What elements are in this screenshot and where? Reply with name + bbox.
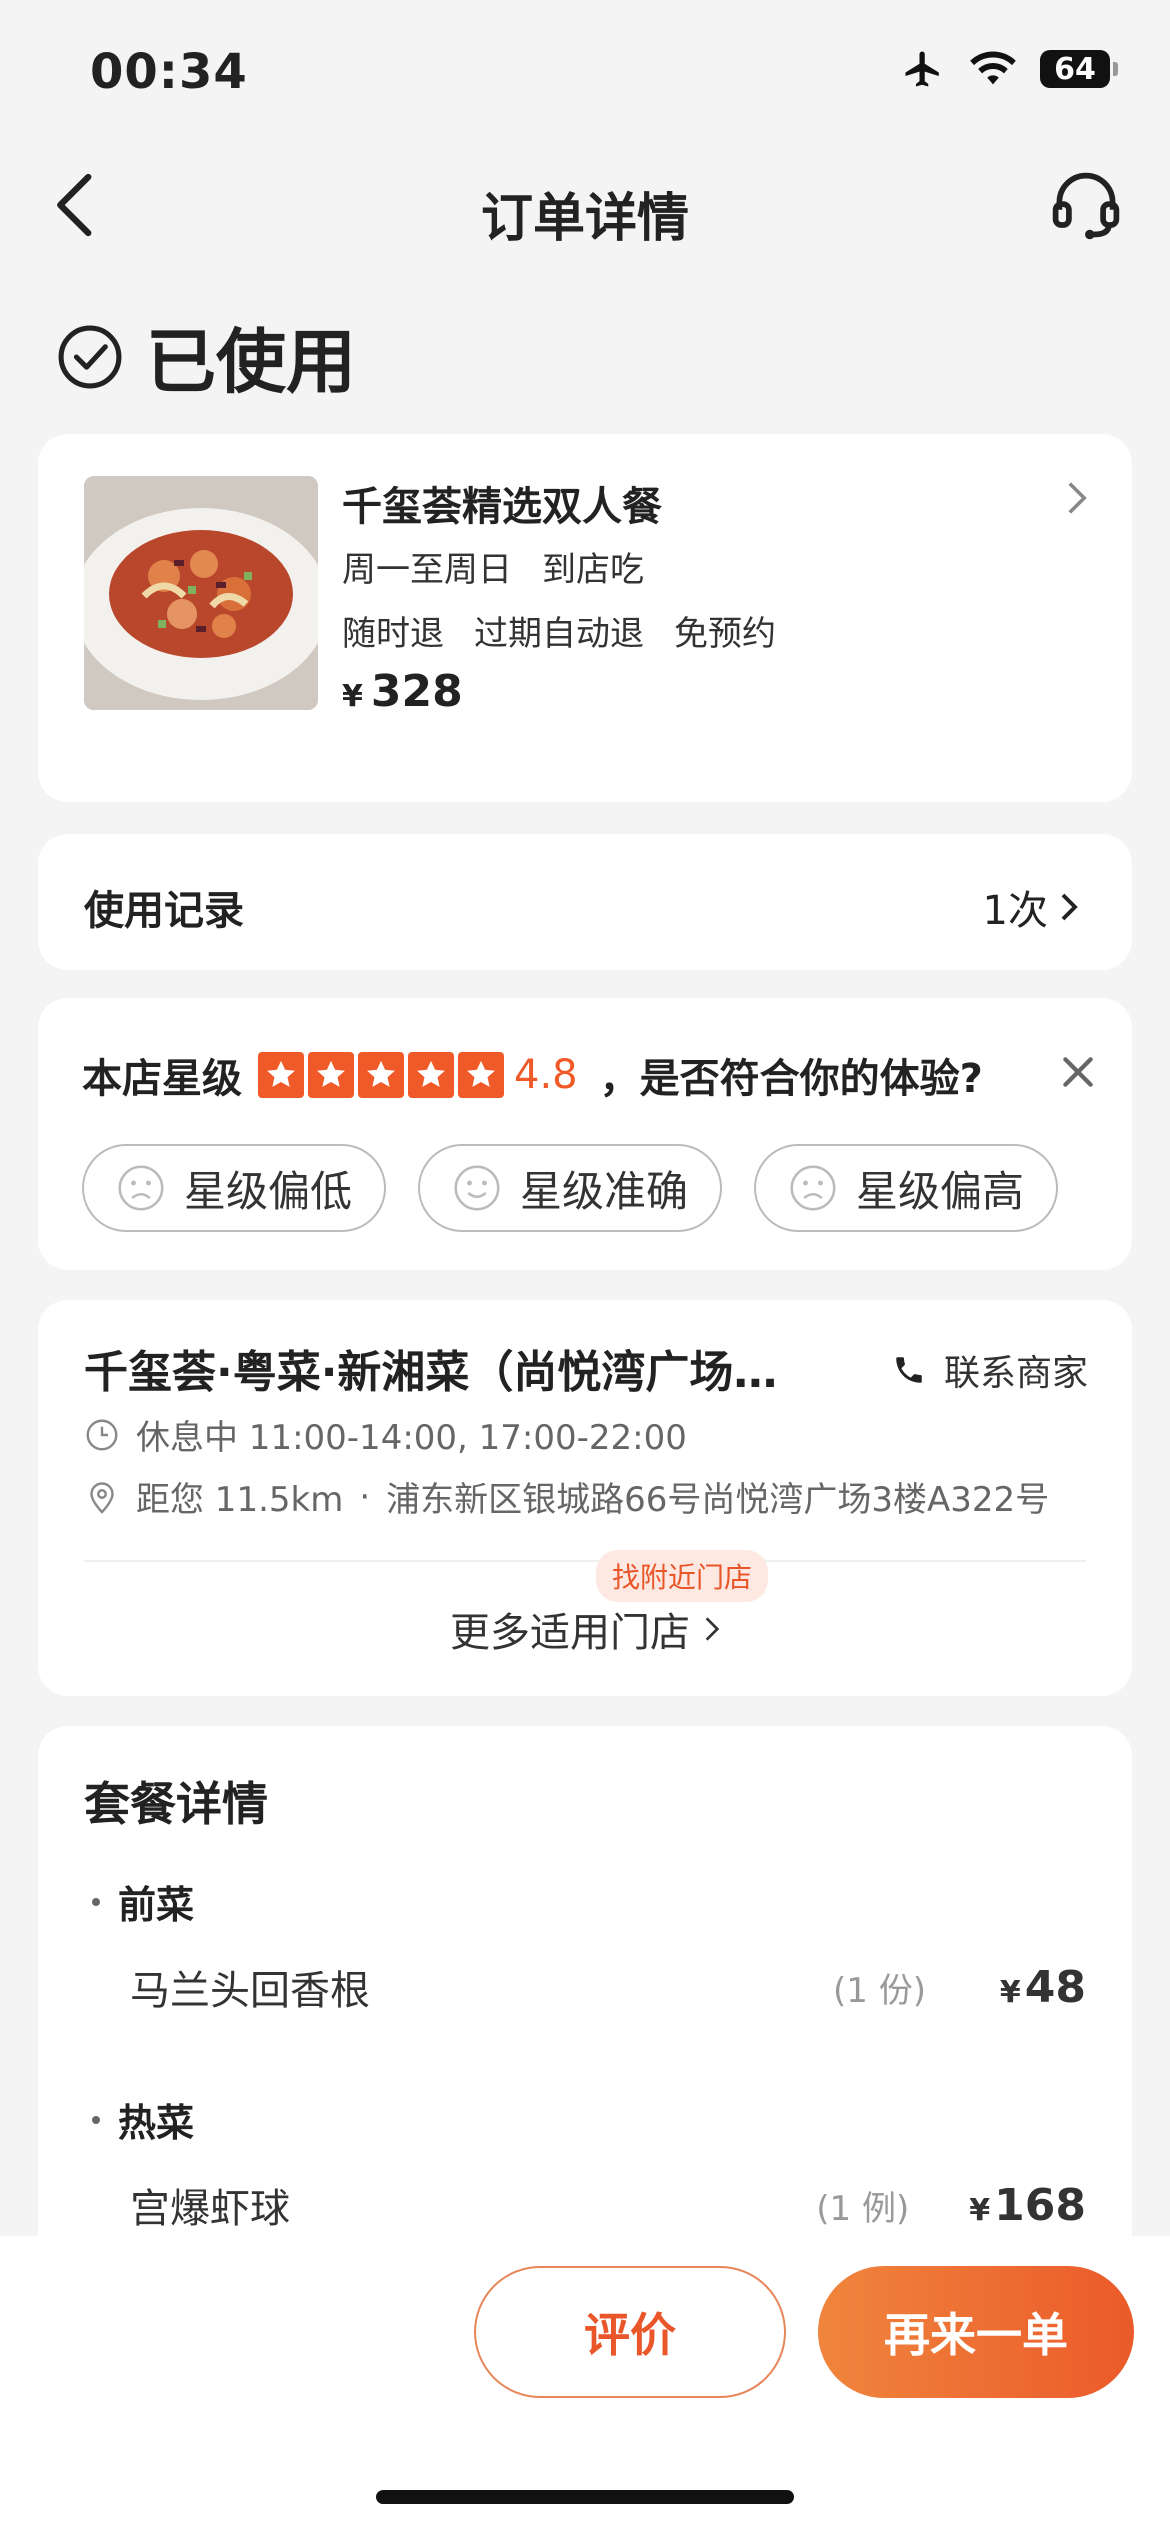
order-status-heading: 已使用 — [56, 306, 356, 407]
rating-feedback-card: 本店星级 4.8 ，是否符合你的体验? 星级偏低 星级准确 星级偏高 — [38, 998, 1132, 1270]
currency-symbol: ¥ — [342, 679, 363, 714]
rating-option-low[interactable]: 星级偏低 — [82, 1144, 386, 1232]
item-price: ¥48 — [986, 1962, 1086, 2013]
nearby-stores-badge: 找附近门店 — [596, 1550, 769, 1602]
currency-symbol: ¥ — [999, 1974, 1021, 2010]
star-icon — [358, 1052, 404, 1098]
star-icon — [458, 1052, 504, 1098]
clock-icon — [86, 1419, 118, 1450]
nav-bar: 订单详情 — [0, 160, 1170, 250]
price-value: 168 — [994, 2179, 1086, 2231]
home-indicator[interactable] — [376, 2490, 794, 2504]
page-title: 订单详情 — [480, 189, 689, 249]
smile-face-icon — [454, 1165, 500, 1211]
package-details-title: 套餐详情 — [84, 1777, 268, 1831]
sad-face-icon — [790, 1165, 836, 1211]
phone-icon — [896, 1357, 922, 1383]
chevron-right-icon — [1061, 893, 1078, 921]
rating-option-label: 星级偏低 — [183, 1166, 352, 1216]
bottom-action-bar: 评价 再来一单 — [0, 2236, 1170, 2532]
location-pin-icon — [90, 1481, 114, 1514]
review-button[interactable]: 评价 — [474, 2266, 786, 2398]
close-icon[interactable] — [1060, 1054, 1096, 1090]
item-name: 马兰头回香根 — [130, 1968, 370, 2014]
wifi-icon — [970, 51, 1016, 85]
product-tags-policy: 随时退 过期自动退 免预约 — [342, 606, 806, 655]
store-hours-text: 休息中 11:00-14:00, 17:00-22:00 — [136, 1418, 687, 1458]
rating-option-label: 星级偏高 — [855, 1166, 1024, 1216]
sad-face-icon — [118, 1165, 164, 1211]
rating-options: 星级偏低 星级准确 星级偏高 — [82, 1144, 1058, 1232]
store-card: 千玺荟·粤菜·新湘菜（尚悦湾广场… 联系商家 休息中 11:00-14:00, … — [38, 1300, 1132, 1696]
product-tag: 随时退 — [342, 614, 444, 654]
package-category: 热菜 — [92, 2092, 194, 2147]
rating-question: ，是否符合你的体验? — [599, 1056, 983, 1102]
store-hours: 休息中 11:00-14:00, 17:00-22:00 — [84, 1410, 687, 1459]
chevron-right-icon — [705, 1617, 720, 1641]
product-tag: 到店吃 — [542, 550, 644, 590]
item-name: 宫爆虾球 — [130, 2186, 290, 2232]
rating-option-high[interactable]: 星级偏高 — [754, 1144, 1058, 1232]
usage-record-row[interactable]: 使用记录 1次 — [38, 834, 1132, 970]
more-stores-label: 更多适用门店 — [450, 1610, 690, 1656]
status-bar: 00:34 64 — [0, 0, 1170, 140]
star-icon — [408, 1052, 454, 1098]
product-price: ¥328 — [342, 666, 463, 717]
status-icons: 64 — [900, 48, 1118, 90]
product-image — [84, 476, 318, 710]
product-tag: 过期自动退 — [474, 614, 644, 654]
rating-label: 本店星级 — [82, 1056, 242, 1102]
store-distance: 距您 11.5km — [136, 1480, 344, 1520]
currency-symbol: ¥ — [969, 2192, 991, 2228]
rating-score: 4.8 — [514, 1052, 578, 1098]
store-name[interactable]: 千玺荟·粤菜·新湘菜（尚悦湾广场… — [84, 1336, 854, 1400]
price-value: 48 — [1024, 1961, 1086, 2013]
rating-option-label: 星级准确 — [519, 1166, 688, 1216]
product-tag: 免预约 — [674, 614, 776, 654]
order-status-text: 已使用 — [146, 321, 356, 403]
more-stores-link[interactable]: 更多适用门店 — [38, 1600, 1132, 1658]
battery-indicator: 64 — [1040, 50, 1118, 88]
bullet-dot — [92, 2115, 100, 2124]
chevron-right-icon — [1068, 482, 1087, 514]
star-icon — [258, 1052, 304, 1098]
price-value: 328 — [370, 666, 463, 717]
usage-count: 1次 — [982, 888, 1048, 934]
package-item: 马兰头回香根 (1 份) ¥48 — [130, 1958, 1086, 2016]
status-time: 00:34 — [90, 44, 248, 100]
item-price: ¥168 — [969, 2180, 1086, 2231]
item-quantity: (1 例) — [816, 2188, 910, 2229]
product-card[interactable]: 千玺荟精选双人餐 周一至周日 到店吃 随时退 过期自动退 免预约 ¥328 — [38, 434, 1132, 802]
usage-record-value: 1次 — [983, 878, 1078, 936]
customer-service-icon[interactable] — [1048, 168, 1124, 244]
check-circle-icon — [58, 325, 122, 388]
package-category: 前菜 — [92, 1874, 194, 1929]
rating-option-accurate[interactable]: 星级准确 — [418, 1144, 722, 1232]
package-item: 宫爆虾球 (1 例) ¥168 — [130, 2176, 1086, 2234]
store-location: 距您 11.5km · 浦东新区银城路66号尚悦湾广场3楼A322号 — [84, 1472, 1049, 1521]
divider — [84, 1560, 1086, 1562]
product-tags-schedule: 周一至周日 到店吃 — [342, 542, 674, 591]
store-address: 浦东新区银城路66号尚悦湾广场3楼A322号 — [386, 1480, 1050, 1520]
bullet-dot — [92, 1897, 100, 1906]
separator-dot: · — [359, 1476, 371, 1517]
contact-merchant-button[interactable]: 联系商家 — [892, 1344, 1088, 1396]
airplane-icon — [905, 51, 939, 87]
usage-record-label: 使用记录 — [84, 888, 244, 934]
product-name: 千玺荟精选双人餐 — [342, 484, 662, 530]
product-tag: 周一至周日 — [342, 550, 512, 590]
reorder-button[interactable]: 再来一单 — [818, 2266, 1134, 2398]
item-quantity: (1 份) — [833, 1970, 926, 2011]
star-rating — [258, 1052, 504, 1098]
star-icon — [308, 1052, 354, 1098]
rating-row: 本店星级 4.8 ，是否符合你的体验? — [82, 1046, 983, 1104]
category-name: 前菜 — [118, 1883, 195, 1927]
category-name: 热菜 — [118, 2101, 195, 2145]
contact-merchant-label: 联系商家 — [943, 1353, 1088, 1394]
